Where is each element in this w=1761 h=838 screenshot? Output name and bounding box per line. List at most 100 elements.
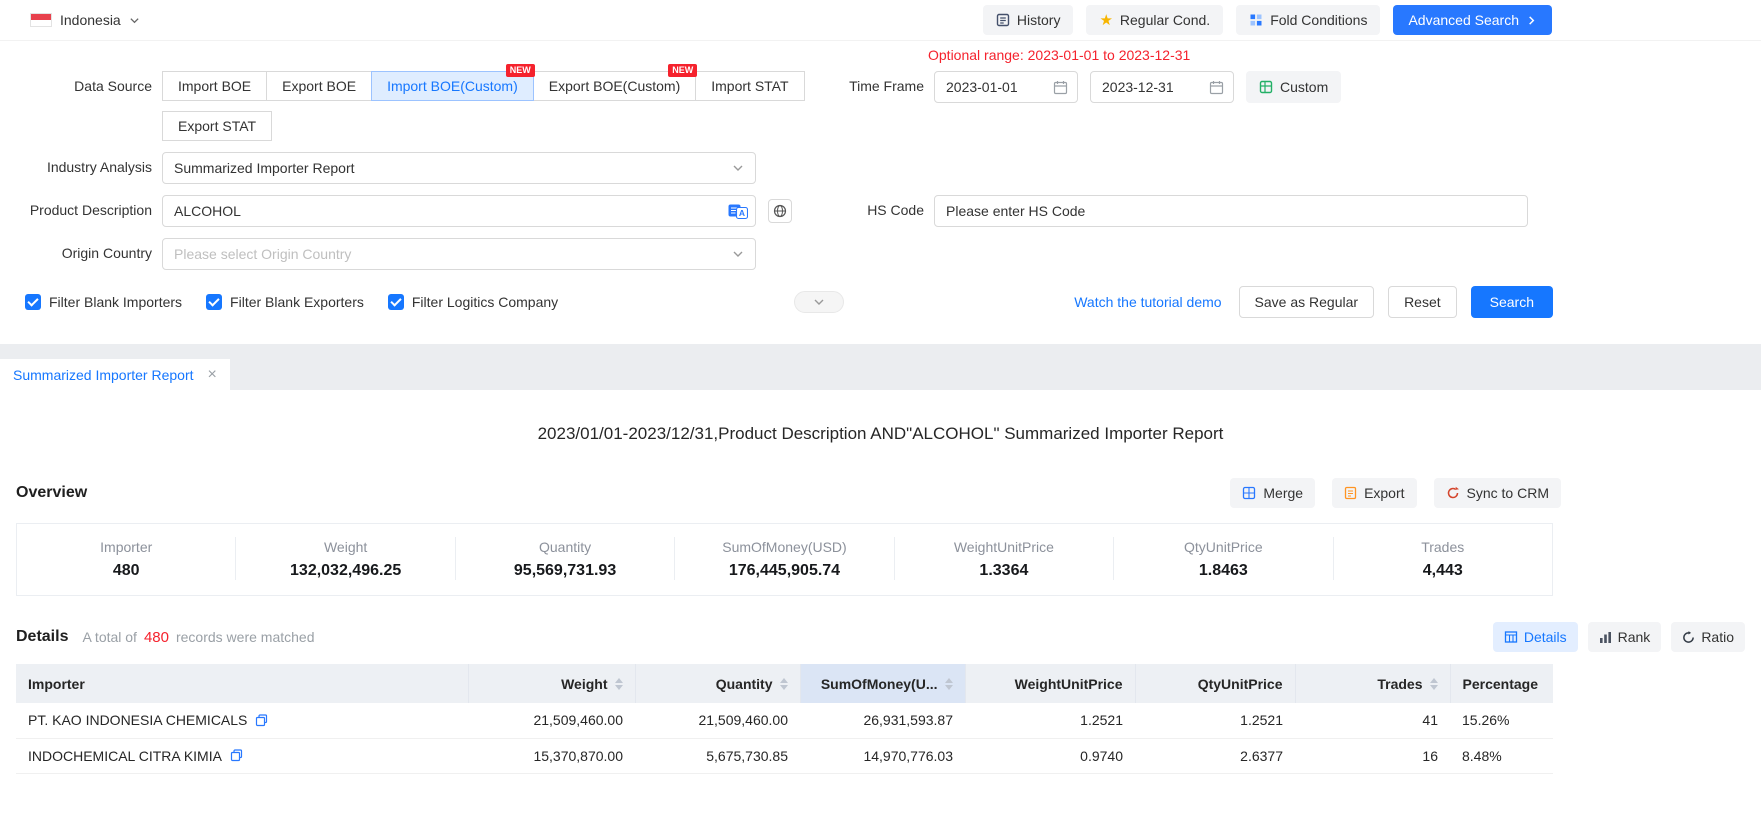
advanced-search-button[interactable]: Advanced Search [1393, 5, 1552, 35]
product-description-control: ALCOHOL A [162, 195, 756, 227]
data-source-tab-export-boe-custom[interactable]: Export BOE(Custom)NEW [533, 71, 696, 101]
tab-label: Export BOE(Custom) [549, 78, 680, 94]
save-as-regular-button[interactable]: Save as Regular [1239, 286, 1375, 318]
calendar-icon [1053, 80, 1068, 95]
sync-to-crm-button[interactable]: Sync to CRM [1434, 478, 1561, 508]
view-rank-button[interactable]: Rank [1588, 622, 1662, 652]
importer-name[interactable]: INDOCHEMICAL CITRA KIMIA [28, 748, 222, 764]
history-button[interactable]: History [983, 5, 1074, 35]
origin-country-placeholder: Please select Origin Country [174, 246, 351, 262]
search-form: Optional range: 2023-01-01 to 2023-12-31… [0, 41, 1761, 330]
indonesia-flag-icon [30, 13, 52, 27]
reset-button[interactable]: Reset [1388, 286, 1457, 318]
sort-icon[interactable] [1430, 678, 1438, 690]
stat-label: Quantity [456, 539, 674, 555]
industry-analysis-control: Summarized Importer Report [162, 152, 756, 184]
column-header-trades[interactable]: Trades [1295, 664, 1450, 703]
column-header-weight-unit-price: WeightUnitPrice [965, 664, 1135, 703]
industry-analysis-row: Industry Analysis Summarized Importer Re… [0, 152, 1761, 184]
country-name: Indonesia [60, 12, 121, 28]
merge-button[interactable]: Merge [1230, 478, 1315, 508]
view-details-label: Details [1524, 629, 1567, 645]
data-source-tab-export-stat[interactable]: Export STAT [162, 111, 272, 141]
data-source-tab-import-boe[interactable]: Import BOE [162, 71, 267, 101]
importer-name[interactable]: PT. KAO INDONESIA CHEMICALS [28, 712, 247, 728]
hs-code-placeholder: Please enter HS Code [946, 203, 1520, 219]
tab-label: Import BOE(Custom) [387, 78, 518, 94]
importer-cell: PT. KAO INDONESIA CHEMICALS [16, 703, 468, 738]
close-icon[interactable]: × [208, 367, 217, 383]
industry-analysis-label: Industry Analysis [14, 152, 152, 183]
industry-analysis-select[interactable]: Summarized Importer Report [162, 152, 756, 184]
history-icon [996, 13, 1010, 27]
sort-icon[interactable] [780, 678, 788, 690]
stat-value: 132,032,496.25 [236, 562, 454, 580]
copy-icon[interactable] [230, 749, 243, 762]
column-header-quantity[interactable]: Quantity [635, 664, 800, 703]
export-button[interactable]: Export [1332, 478, 1416, 508]
special-symbol-button[interactable] [768, 199, 792, 223]
column-header-weight[interactable]: Weight [468, 664, 635, 703]
calendar-icon [1209, 80, 1224, 95]
origin-country-select[interactable]: Please select Origin Country [162, 238, 756, 270]
column-header-percentage: Percentage [1450, 664, 1553, 703]
data-source-tab-import-boe-custom[interactable]: Import BOE(Custom)NEW [371, 71, 534, 101]
expand-conditions-toggle[interactable] [794, 291, 844, 313]
sum-of-money-cell: 14,970,776.03 [800, 738, 965, 773]
sort-icon[interactable] [945, 678, 953, 690]
trades-cell: 16 [1295, 738, 1450, 773]
country-selector[interactable]: Indonesia [30, 12, 140, 28]
sort-icon[interactable] [615, 678, 623, 690]
form-actions: Watch the tutorial demo Save as Regular … [1074, 286, 1553, 318]
sync-to-crm-label: Sync to CRM [1467, 485, 1549, 501]
data-source-row: Data Source Import BOE Export BOE Import… [0, 71, 1761, 141]
overview-header: Overview Merge Export Sync to CRM [0, 478, 1761, 508]
globe-icon [773, 204, 787, 218]
hs-code-control: Please enter HS Code [934, 195, 1528, 227]
chevron-down-icon [129, 15, 140, 26]
advanced-search-label: Advanced Search [1408, 12, 1519, 28]
view-ratio-button[interactable]: Ratio [1671, 622, 1745, 652]
product-description-input[interactable]: ALCOHOL A [162, 195, 756, 227]
time-frame-controls: 2023-01-01 2023-12-31 Custom [934, 71, 1341, 103]
stat-qty-unit-price: QtyUnitPrice 1.8463 [1114, 537, 1333, 580]
importer-cell: INDOCHEMICAL CITRA KIMIA [16, 738, 468, 773]
new-badge: NEW [668, 64, 697, 77]
data-source-tab-export-boe[interactable]: Export BOE [266, 71, 372, 101]
tutorial-demo-link[interactable]: Watch the tutorial demo [1074, 294, 1221, 310]
data-source-tab-import-stat[interactable]: Import STAT [695, 71, 804, 101]
match-count: 480 [144, 629, 169, 646]
column-header-sum-of-money[interactable]: SumOfMoney(U... [800, 664, 965, 703]
view-details-button[interactable]: Details [1493, 622, 1578, 652]
date-to-input[interactable]: 2023-12-31 [1090, 71, 1234, 103]
table-icon [1504, 630, 1518, 644]
stat-label: SumOfMoney(USD) [675, 539, 893, 555]
sum-of-money-cell: 26,931,593.87 [800, 703, 965, 738]
svg-text:A: A [739, 207, 745, 217]
filter-logistics-company-checkbox[interactable]: Filter Logitics Company [388, 294, 558, 310]
tab-label: Import BOE [178, 78, 251, 94]
filter-blank-exporters-label: Filter Blank Exporters [230, 294, 364, 310]
search-button[interactable]: Search [1471, 286, 1553, 318]
regular-cond-button[interactable]: ★ Regular Cond. [1086, 5, 1223, 35]
translate-icon[interactable]: A [728, 203, 748, 220]
hs-code-input[interactable]: Please enter HS Code [934, 195, 1528, 227]
tab-label: Import STAT [711, 78, 788, 94]
app-window: Indonesia History ★ Regular Cond. Fold C… [0, 0, 1761, 838]
filter-blank-exporters-checkbox[interactable]: Filter Blank Exporters [206, 294, 364, 310]
fold-conditions-button[interactable]: Fold Conditions [1236, 5, 1380, 35]
ratio-icon [1682, 631, 1695, 644]
stat-value: 4,443 [1334, 562, 1552, 580]
origin-country-control: Please select Origin Country [162, 238, 756, 270]
stat-quantity: Quantity 95,569,731.93 [456, 537, 675, 580]
chevron-down-icon [732, 162, 744, 174]
stat-label: Importer [17, 539, 235, 555]
copy-icon[interactable] [255, 714, 268, 727]
date-from-input[interactable]: 2023-01-01 [934, 71, 1078, 103]
filter-blank-importers-checkbox[interactable]: Filter Blank Importers [25, 294, 182, 310]
details-title: Details [16, 628, 68, 646]
result-tab-summarized-importer-report[interactable]: Summarized Importer Report × [0, 359, 230, 390]
match-prefix: A total of [82, 629, 136, 645]
custom-range-button[interactable]: Custom [1246, 71, 1341, 103]
qty-unit-price-cell: 1.2521 [1135, 703, 1295, 738]
